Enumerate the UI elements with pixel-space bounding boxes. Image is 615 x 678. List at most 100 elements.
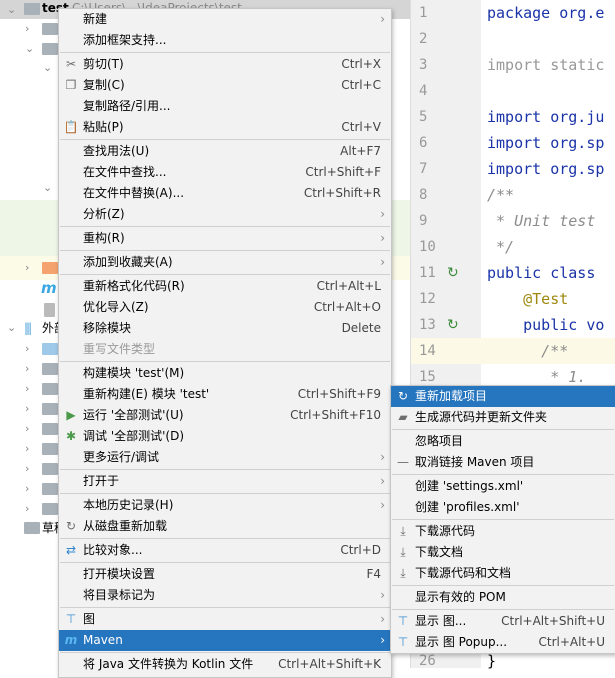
menu-item-label: 下载源代码和文档 bbox=[415, 566, 512, 580]
menu-item-u[interactable]: 查找用法(U) Alt+F7 bbox=[59, 141, 391, 162]
chevron-right-icon[interactable]: › bbox=[25, 419, 35, 439]
menu-item-maven[interactable]: m Maven › bbox=[59, 630, 391, 651]
code-line: import static bbox=[487, 56, 605, 74]
folder-icon bbox=[42, 262, 58, 274]
chevron-right-icon: › bbox=[380, 450, 385, 464]
shortcut-label: Ctrl+Shift+F bbox=[305, 165, 381, 179]
chevron-down-icon[interactable]: ⌄ bbox=[43, 58, 53, 78]
line-number: 8 bbox=[419, 187, 428, 203]
menu-item[interactable]: ↻ 从磁盘重新加载 bbox=[59, 516, 391, 537]
chevron-down-icon[interactable]: ⌄ bbox=[25, 39, 35, 59]
menu-item[interactable]: ⤓ 下载源代码 bbox=[391, 521, 615, 542]
menu-item-label: 新建 bbox=[83, 12, 108, 26]
menu-item[interactable]: 打开于 › bbox=[59, 471, 391, 492]
maven-submenu: ↻ 重新加载项目 ▰ 生成源代码并更新文件夹 忽略项目 — 取消链接 Maven 项目 创建 … bbox=[390, 385, 615, 654]
menu-item-r[interactable]: 重新格式化代码(R) Ctrl+Alt+L bbox=[59, 276, 391, 297]
menu-item-u[interactable]: ▶ 运行 '全部测试'(U) Ctrl+Shift+F10 bbox=[59, 405, 391, 426]
menu-item[interactable]: ▰ 生成源代码并更新文件夹 bbox=[391, 407, 615, 428]
reload-icon: ↻ bbox=[65, 519, 77, 533]
menu-item[interactable]: 复制路径/引用... bbox=[59, 96, 391, 117]
menu-item-settings-xml[interactable]: 创建 'settings.xml' bbox=[391, 476, 615, 497]
menu-item[interactable]: ⊤ 图 › bbox=[59, 609, 391, 630]
folder-refresh-icon: ▰ bbox=[398, 410, 408, 424]
menu-item-a[interactable]: 在文件中替换(A)... Ctrl+Shift+R bbox=[59, 183, 391, 204]
menu-item-c[interactable]: ❐ 复制(C) Ctrl+C bbox=[59, 75, 391, 96]
chevron-right-icon[interactable]: › bbox=[25, 479, 35, 499]
chevron-right-icon[interactable]: › bbox=[25, 19, 35, 39]
menu-item[interactable]: 在文件中查找... Ctrl+Shift+F bbox=[59, 162, 391, 183]
code-line: * Unit test bbox=[487, 212, 596, 230]
menu-item[interactable]: 新建 › bbox=[59, 9, 391, 30]
menu-item-z[interactable]: 分析(Z) › bbox=[59, 204, 391, 225]
folder-icon bbox=[42, 43, 58, 55]
diagram-icon: ⊤ bbox=[397, 614, 409, 628]
menu-item-test-m[interactable]: 构建模块 'test'(M) bbox=[59, 363, 391, 384]
menu-item-a[interactable]: 添加到收藏夹(A) › bbox=[59, 252, 391, 273]
menu-item-r[interactable]: 重构(R) › bbox=[59, 228, 391, 249]
run-test-icon[interactable]: ↻ bbox=[447, 317, 459, 333]
menu-item-java-kotlin[interactable]: 将 Java 文件转换为 Kotlin 文件 Ctrl+Alt+Shift+K bbox=[59, 654, 391, 675]
menu-item-pom[interactable]: 显示有效的 POM bbox=[391, 587, 615, 608]
chevron-right-icon[interactable]: › bbox=[25, 258, 35, 278]
menu-item-profiles-xml[interactable]: 创建 'profiles.xml' bbox=[391, 497, 615, 518]
menu-item[interactable]: 忽略项目 bbox=[391, 431, 615, 452]
chevron-right-icon[interactable]: › bbox=[25, 459, 35, 479]
line-number: 3 bbox=[419, 57, 428, 73]
code-line: */ bbox=[487, 238, 515, 256]
chevron-right-icon[interactable]: › bbox=[25, 359, 35, 379]
menu-item-z[interactable]: 优化导入(Z) Ctrl+Alt+O bbox=[59, 297, 391, 318]
diagram-icon: ⊤ bbox=[397, 635, 409, 649]
menu-item-label: 移除模块 bbox=[83, 321, 132, 335]
maven-icon: m bbox=[41, 279, 57, 297]
menu-item-h[interactable]: 本地历史记录(H) › bbox=[59, 495, 391, 516]
menu-item-label: 重新格式化代码(R) bbox=[83, 279, 185, 293]
chevron-right-icon[interactable]: › bbox=[25, 399, 35, 419]
menu-item-label: 下载源代码 bbox=[415, 524, 476, 538]
menu-item[interactable]: ↻ 重新加载项目 bbox=[391, 386, 615, 407]
chevron-right-icon: › bbox=[380, 12, 385, 26]
menu-item[interactable]: 打开模块设置 F4 bbox=[59, 564, 391, 585]
chevron-right-icon[interactable]: › bbox=[25, 339, 35, 359]
chevron-right-icon[interactable]: › bbox=[25, 439, 35, 459]
menu-item[interactable]: 将目录标记为 › bbox=[59, 585, 391, 606]
menu-item[interactable]: ⊤ 显示 图... Ctrl+Alt+Shift+U bbox=[391, 611, 615, 632]
shortcut-label: Ctrl+Alt+Shift+U bbox=[501, 614, 605, 628]
menu-item-maven[interactable]: — 取消链接 Maven 项目 bbox=[391, 452, 615, 473]
scratches-icon bbox=[24, 522, 40, 534]
run-test-icon[interactable]: ↻ bbox=[447, 265, 459, 281]
menu-item[interactable]: 添加框架支持... bbox=[59, 30, 391, 51]
menu-item-label: 查找用法(U) bbox=[83, 144, 150, 158]
chevron-down-icon[interactable]: ⌄ bbox=[7, 3, 17, 16]
menu-item-label: 添加到收藏夹(A) bbox=[83, 255, 173, 269]
compare-icon: ⇄ bbox=[65, 543, 77, 557]
menu-item[interactable]: ⤓ 下载源代码和文档 bbox=[391, 563, 615, 584]
menu-item-p[interactable]: 📋 粘贴(P) Ctrl+V bbox=[59, 117, 391, 138]
chevron-right-icon[interactable]: › bbox=[25, 499, 35, 519]
menu-item-d[interactable]: ✱ 调试 '全部测试'(D) bbox=[59, 426, 391, 447]
shortcut-label: Delete bbox=[341, 321, 381, 335]
menu-item-t[interactable]: ✂ 剪切(T) Ctrl+X bbox=[59, 54, 391, 75]
menu-item-label: 从磁盘重新加载 bbox=[83, 519, 168, 533]
menu-item[interactable]: ⤓ 下载文档 bbox=[391, 542, 615, 563]
menu-item-label: 复制路径/引用... bbox=[83, 99, 171, 113]
menu-item-label: 打开于 bbox=[83, 474, 120, 488]
menu-item-label: 显示 图... bbox=[415, 614, 467, 628]
menu-item[interactable]: 更多运行/调试 › bbox=[59, 447, 391, 468]
menu-item-e-test[interactable]: 重新构建(E) 模块 'test' Ctrl+Shift+F9 bbox=[59, 384, 391, 405]
run-icon: ▶ bbox=[66, 408, 76, 422]
menu-item-label: 将目录标记为 bbox=[83, 588, 156, 602]
module-folder-icon bbox=[24, 3, 40, 15]
menu-item-label: Maven bbox=[83, 633, 123, 647]
menu-item-label: 显示 图 Popup... bbox=[415, 635, 508, 649]
chevron-down-icon[interactable]: ⌄ bbox=[43, 178, 53, 198]
menu-item[interactable]: ⇄ 比较对象... Ctrl+D bbox=[59, 540, 391, 561]
shortcut-label: Ctrl+C bbox=[341, 78, 381, 92]
shortcut-label: Ctrl+X bbox=[341, 57, 381, 71]
line-number: 9 bbox=[419, 213, 428, 229]
chevron-right-icon[interactable]: › bbox=[25, 379, 35, 399]
menu-item-label: 在文件中查找... bbox=[83, 165, 167, 179]
menu-item[interactable]: 移除模块 Delete bbox=[59, 318, 391, 339]
menu-item-label: 下载文档 bbox=[415, 545, 464, 559]
chevron-down-icon[interactable]: ⌄ bbox=[7, 318, 17, 338]
menu-item-popup[interactable]: ⊤ 显示 图 Popup... Ctrl+Alt+U bbox=[391, 632, 615, 653]
